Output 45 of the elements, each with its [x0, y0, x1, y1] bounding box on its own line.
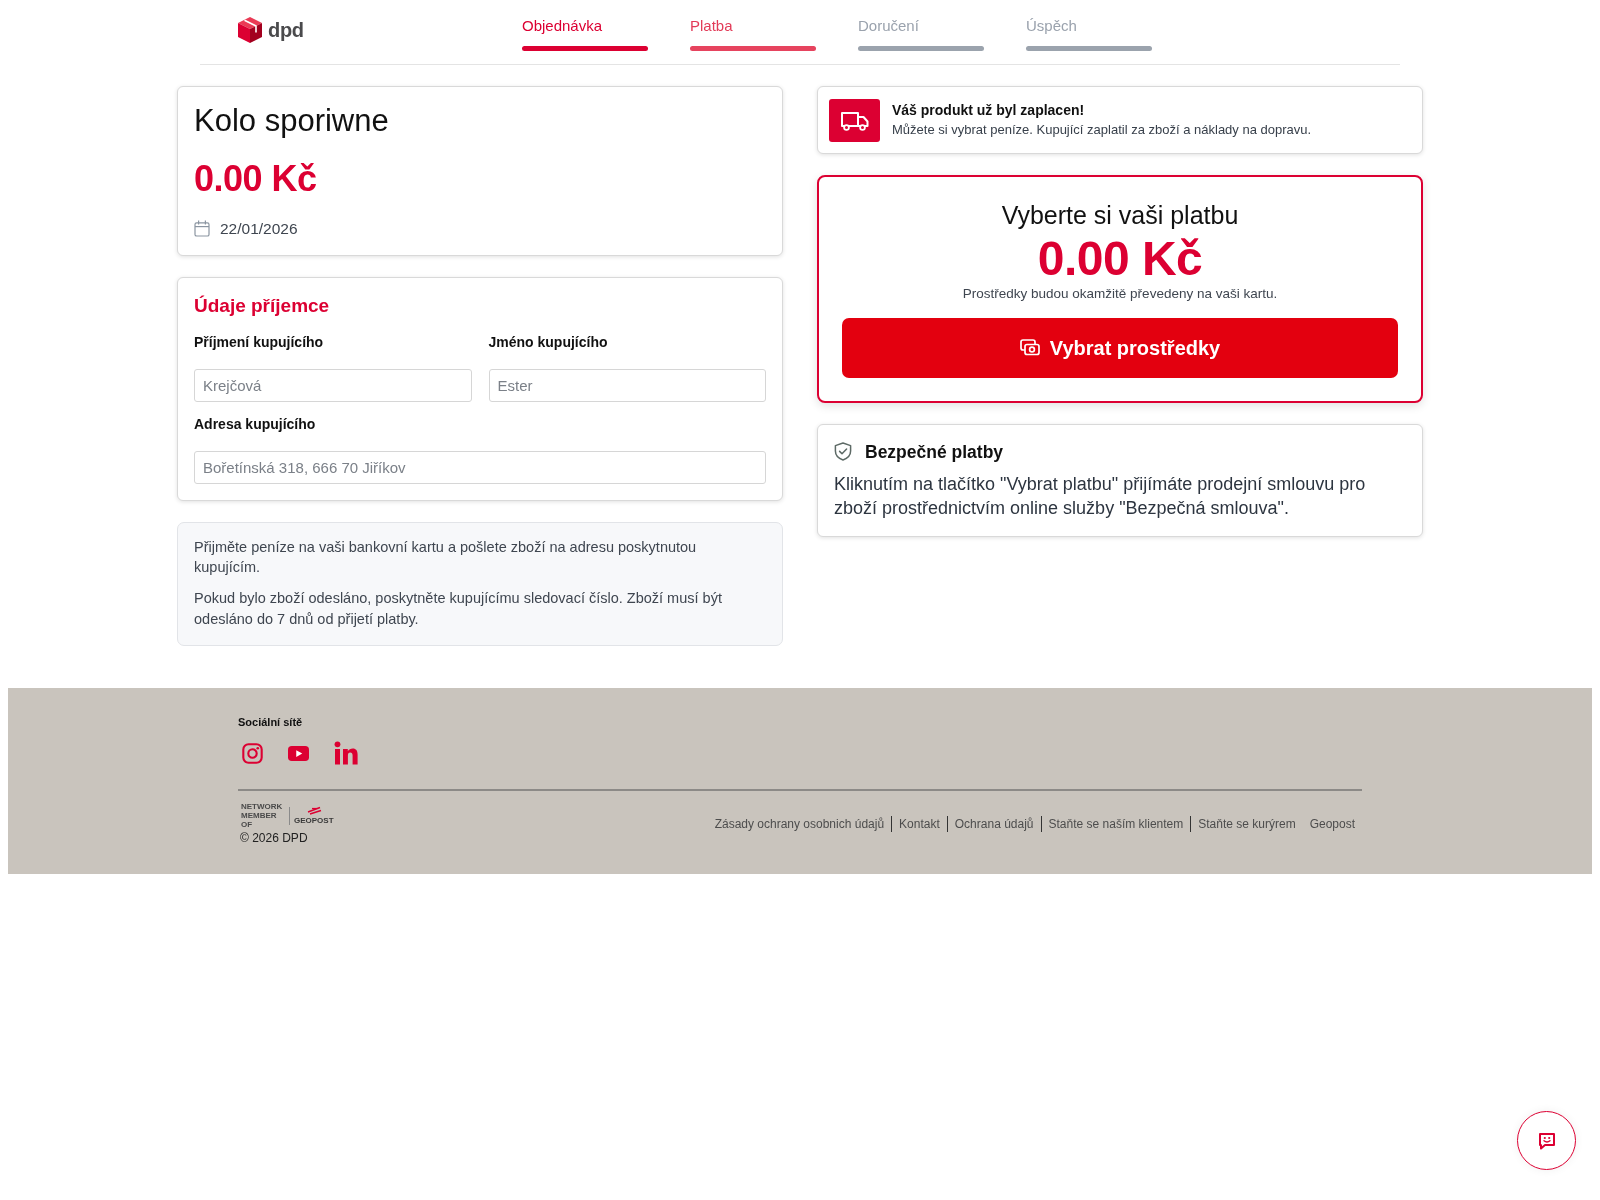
step-label: Objednávka	[522, 16, 603, 36]
text-field[interactable]: Bořetínská 318, 666 70 Jiříkov	[194, 450, 766, 484]
chat-icon	[1537, 1131, 1556, 1150]
footer-link[interactable]: Staňte se naším klientem	[1041, 816, 1191, 833]
calendar-icon	[194, 220, 210, 238]
copyright-text: © 2026 DPD	[240, 831, 309, 847]
section-heading: Údaje příjemce	[194, 293, 331, 318]
instruction-text: Přijměte peníze na vaši bankovní kartu a pošlete zboží na adresu poskytnutou kupujícím.	[194, 537, 698, 578]
field-label: Adresa kupujícího	[194, 414, 317, 434]
text-field[interactable]: Krejčová	[194, 368, 472, 402]
security-title: Bezpečné platby	[865, 440, 1004, 463]
security-text: Kliknutím na tlačítko "Vybrat platbu" přijímáte prodejní smlouvu pro zboží prostřednictvím online služby "Bezpečná smlouva".	[834, 472, 1367, 520]
geopost-logo-text: GEOPOST	[294, 816, 334, 826]
payment-title: Vyberte si vaši platbu	[1000, 200, 1240, 230]
linkedin-icon[interactable]	[334, 741, 358, 766]
payment-caption: Prostředky budou okamžitě převedeny na vaši kartu.	[961, 284, 1279, 303]
cash-icon	[1019, 339, 1040, 356]
field-label: Jméno kupujícího	[488, 332, 609, 352]
swoosh-logo-icon	[305, 806, 322, 816]
instruction-text: Pokud bylo zboží odesláno, poskytněte kupujícímu sledovací číslo. Zboží musí být odesláno do 7 dnů od přijetí platby.	[194, 589, 723, 629]
product-price: 0.00 Kč	[194, 157, 318, 201]
step-label: Platba	[690, 16, 733, 36]
notice-text: Můžete si vybrat peníze. Kupující zaplatil za zboží a náklady na dopravu.	[892, 121, 1312, 139]
text-field[interactable]: Ester	[488, 368, 766, 402]
field-label: Příjmení kupujícího	[194, 332, 325, 352]
order-date: 22/01/2026	[220, 219, 298, 239]
withdraw-button[interactable]: Vybrat prostředky	[842, 317, 1398, 378]
footer-link[interactable]: Kontakt	[892, 816, 947, 833]
notice-title: Váš produkt už byl zaplacen!	[892, 101, 1086, 120]
instagram-icon[interactable]	[242, 742, 263, 764]
youtube-icon[interactable]	[288, 745, 309, 761]
product-title: Kolo sporiwne	[194, 102, 390, 140]
footer-link[interactable]: Ochrana údajů	[947, 816, 1041, 833]
footer-link[interactable]: Geopost	[1302, 816, 1362, 833]
logo-text[interactable]: dpd	[268, 17, 304, 43]
shield-check-icon	[834, 442, 852, 461]
step-label: Úspěch	[1026, 16, 1077, 36]
social-heading: Sociální sítě	[238, 715, 304, 731]
truck-icon	[829, 98, 880, 142]
footer-link[interactable]: Staňte se kurýrem	[1191, 816, 1303, 833]
cube-logo-icon[interactable]	[238, 17, 262, 43]
footer-link[interactable]: Zásady ochrany osobnich údajů	[707, 816, 892, 833]
network-member-text: NETWORK MEMBER OF	[241, 802, 284, 830]
payment-amount: 0.00 Kč	[1036, 235, 1204, 283]
step-label: Doručení	[858, 16, 919, 36]
